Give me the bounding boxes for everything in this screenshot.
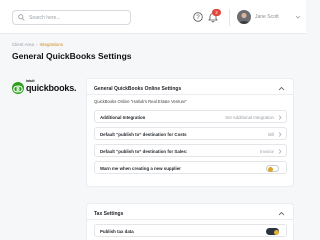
row-label: Warn me when creating a new supplier (100, 166, 181, 171)
chevron-right-icon (278, 132, 282, 137)
row-label: Publish tax data (100, 229, 134, 234)
breadcrumb-parent[interactable]: Client Area (12, 42, 34, 47)
row-label: Additional Integration (100, 115, 146, 120)
row-value: Bill (268, 132, 274, 137)
warn-new-supplier-row: Warn me when creating a new supplier (94, 161, 287, 174)
tax-settings-title: Tax Settings (94, 211, 124, 217)
avatar[interactable] (237, 10, 251, 24)
search-box[interactable] (12, 10, 131, 25)
chevron-right-icon (278, 149, 282, 154)
breadcrumb: Client Area › Integrations (12, 42, 63, 47)
additional-integration-row[interactable]: Additional Integration Set Additional In… (94, 110, 287, 123)
quickbooks-logo: intuit quickbooks. (12, 79, 77, 95)
general-settings-card: General QuickBooks Online Settings Quick… (86, 78, 294, 187)
row-value: Invoice (260, 149, 274, 154)
user-name[interactable]: Jane Scott (255, 14, 279, 20)
notification-badge: 2 (212, 9, 221, 16)
tax-settings-card: Tax Settings Publish tax data (86, 203, 294, 240)
page-title: General QuickBooks Settings (12, 51, 132, 61)
general-settings-title: General QuickBooks Online Settings (94, 86, 182, 92)
help-icon[interactable]: ? (193, 12, 203, 22)
publish-tax-data-row: Publish tax data (94, 224, 287, 237)
quickbooks-logo-mark (12, 82, 24, 94)
card-divider (87, 219, 293, 220)
chevron-up-icon[interactable] (278, 211, 285, 216)
search-icon (18, 14, 25, 21)
chevron-down-icon[interactable] (295, 14, 301, 20)
warn-new-supplier-toggle[interactable] (266, 165, 279, 172)
chevron-up-icon[interactable] (278, 86, 285, 91)
header-divider (229, 9, 230, 26)
costs-destination-row[interactable]: Default “publish to” destination for Cos… (94, 127, 287, 140)
breadcrumb-separator: › (36, 42, 38, 47)
row-label: Default “publish to” destination for Cos… (100, 132, 187, 137)
toggle-knob (273, 229, 279, 235)
top-bar: ? 2 Jane Scott (0, 0, 306, 34)
toggle-knob (268, 166, 273, 172)
card-divider (87, 94, 293, 95)
breadcrumb-current: Integrations (39, 42, 64, 47)
company-subtitle: QuickBooks Online “Hatluk’s Real Estate … (94, 99, 187, 104)
chevron-right-icon (278, 115, 282, 120)
svg-text:?: ? (196, 15, 200, 21)
row-value: Set Additional Integration (225, 115, 274, 120)
quickbooks-wordmark: quickbooks. (26, 83, 77, 93)
publish-tax-data-toggle[interactable] (266, 228, 279, 235)
sales-destination-row[interactable]: Default “publish to” destination for Sal… (94, 144, 287, 157)
search-input[interactable] (29, 14, 129, 21)
row-label: Default “publish to” destination for Sal… (100, 149, 188, 154)
avatar-image (239, 12, 249, 24)
